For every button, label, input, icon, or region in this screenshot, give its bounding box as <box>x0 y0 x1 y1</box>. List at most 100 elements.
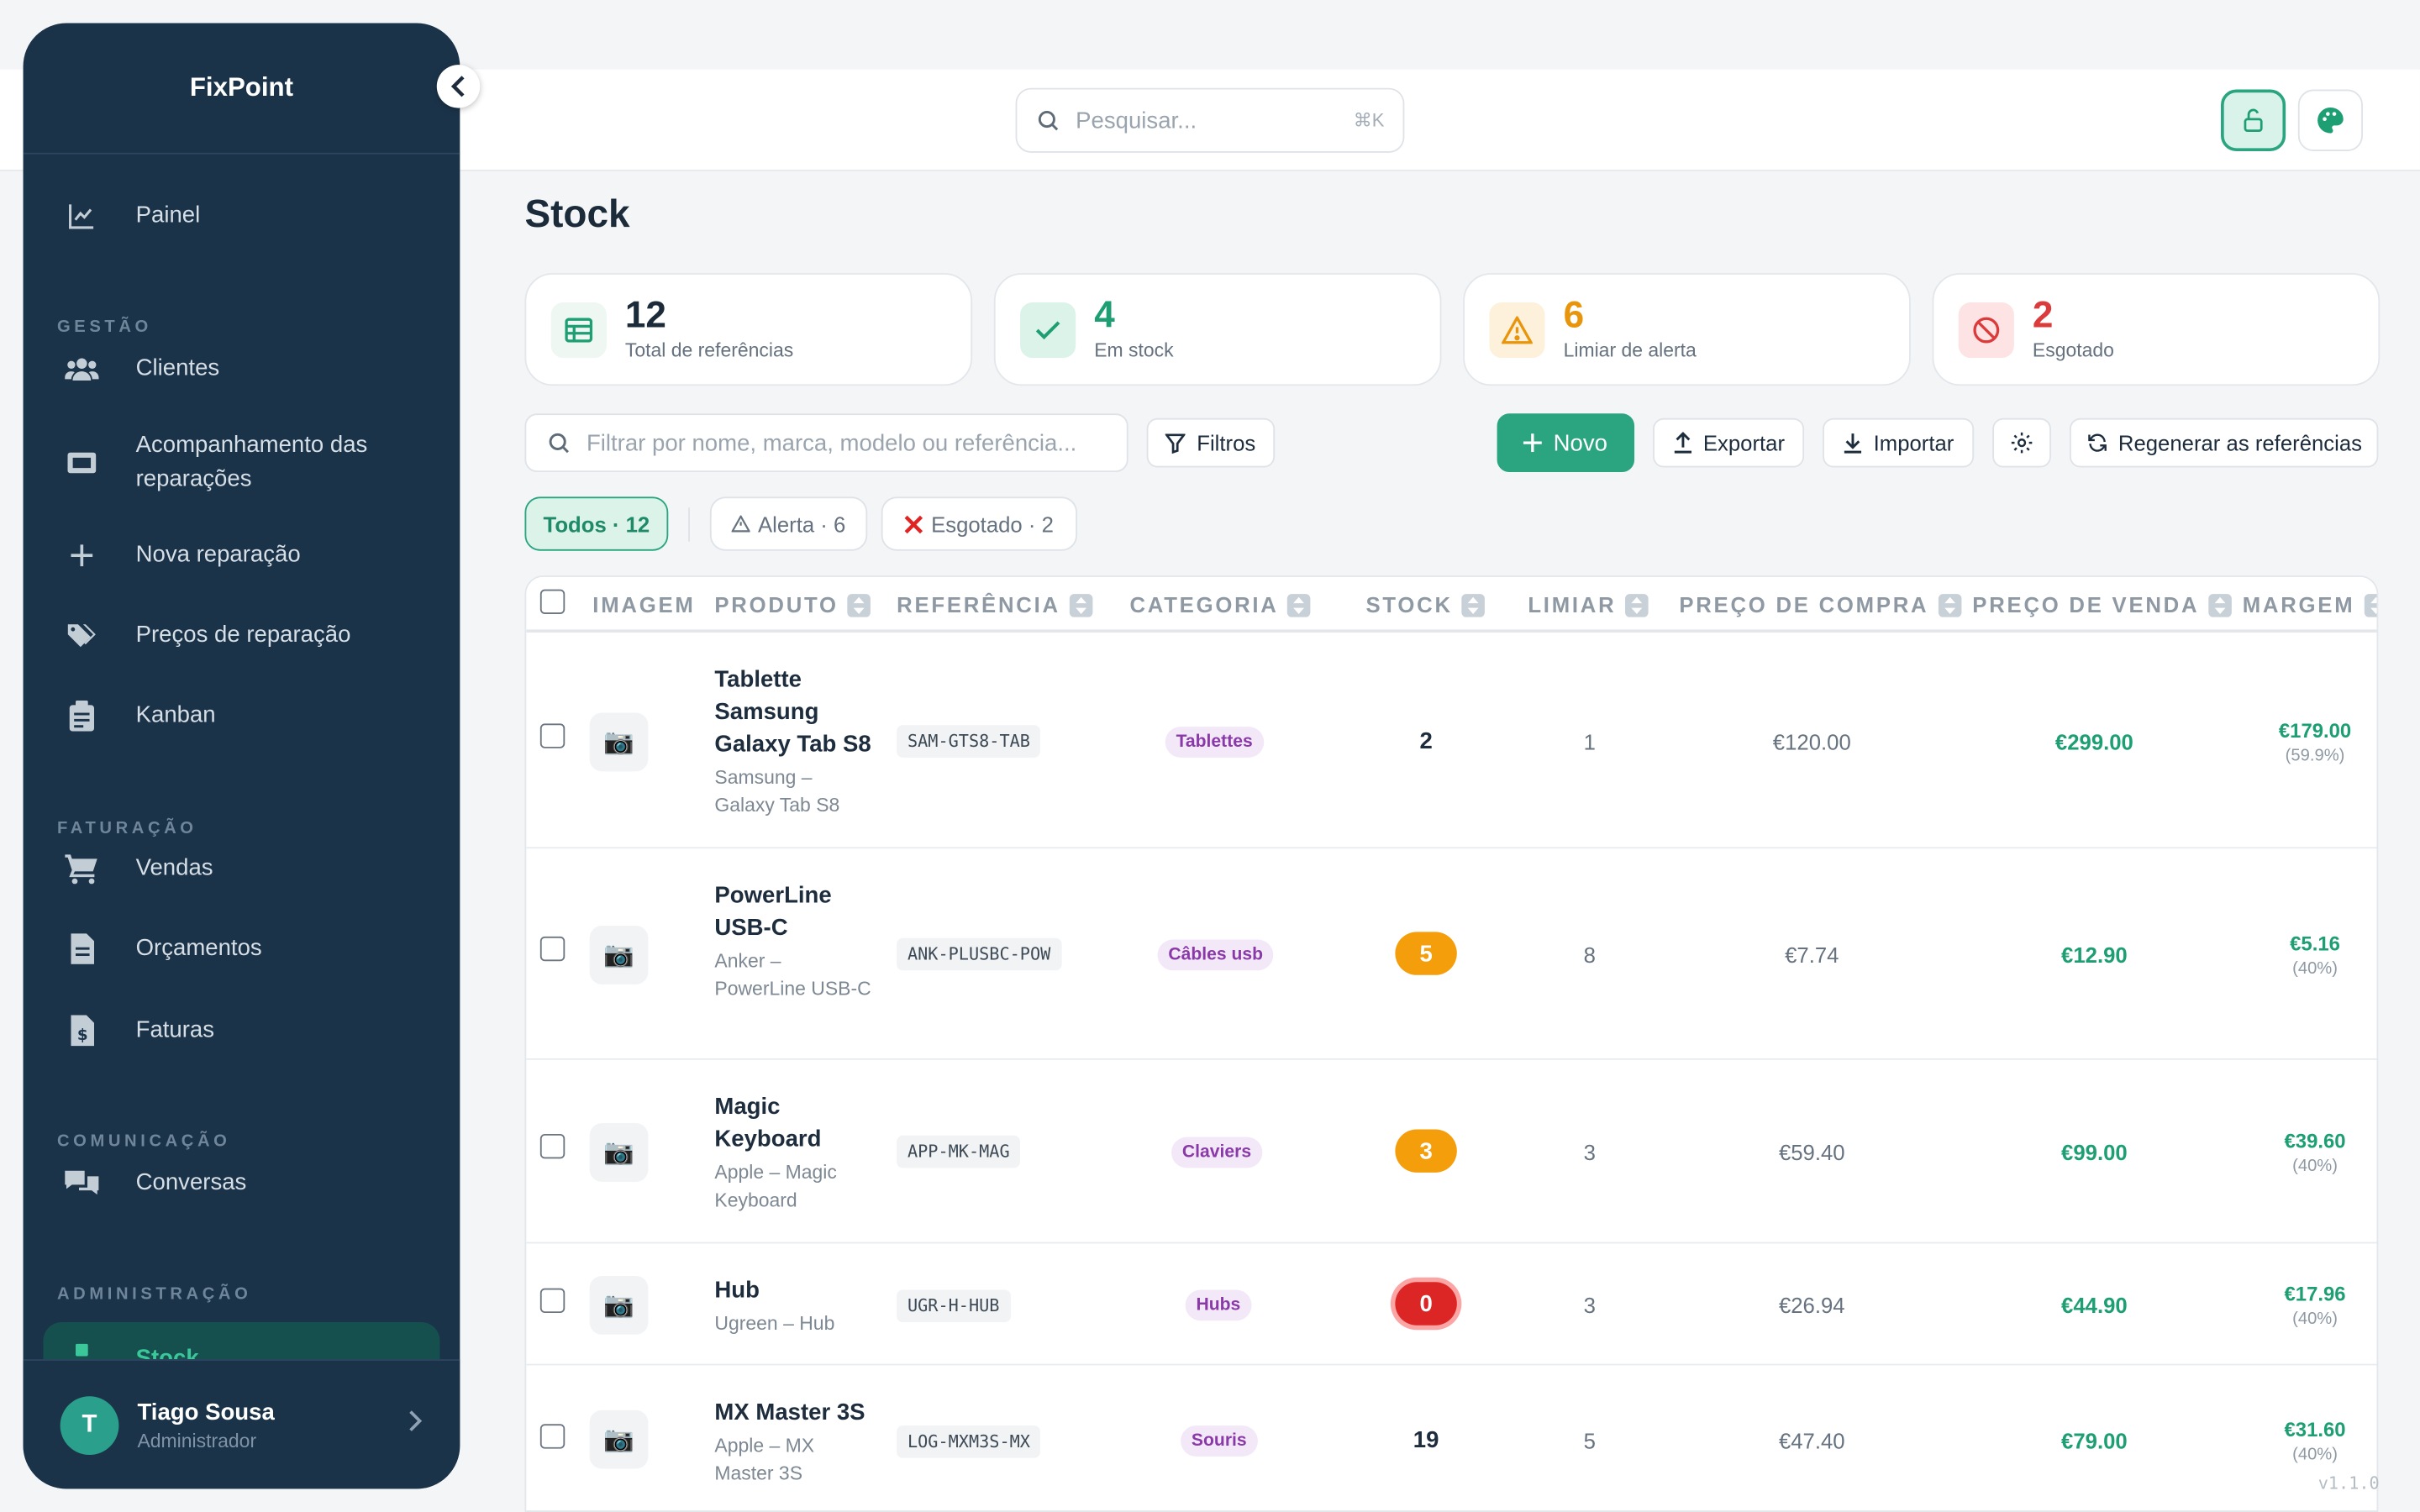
reference-code: APP-MK-MAG <box>897 1135 1021 1168</box>
category-badge: Tablettes <box>1165 727 1264 758</box>
stock-badge: 5 <box>1395 932 1457 975</box>
row-checkbox[interactable] <box>539 936 566 962</box>
search-placeholder: Pesquisar... <box>1076 107 1197 134</box>
export-label: Exportar <box>1702 430 1786 455</box>
row-checkbox[interactable] <box>539 723 566 748</box>
camera-icon: 📷 <box>589 1410 649 1469</box>
sort-icon[interactable] <box>847 593 871 617</box>
chip-label: Todos · 12 <box>543 511 650 537</box>
camera-icon: 📷 <box>589 1123 649 1182</box>
sort-icon[interactable] <box>1461 593 1486 617</box>
close-icon <box>905 514 923 533</box>
table-row[interactable]: 📷 Magic Keyboard Apple – Magic Keyboard A… <box>526 1060 2377 1244</box>
sort-icon[interactable] <box>2364 593 2377 617</box>
sidebar-item-label: Conversas <box>135 1169 247 1196</box>
column-header-margin[interactable]: MARGEM <box>2243 592 2377 617</box>
threshold-value: 3 <box>1583 1293 1596 1318</box>
row-checkbox[interactable] <box>539 1288 566 1314</box>
product-name[interactable]: Tablette Samsung Galaxy Tab S8 Samsung – … <box>714 664 871 820</box>
upload-icon <box>1673 432 1691 454</box>
sort-icon[interactable] <box>2208 593 2232 617</box>
product-name[interactable]: Magic Keyboard Apple – Magic Keyboard <box>714 1091 871 1215</box>
stat-value: 12 <box>624 294 666 337</box>
sidebar-item-orcamentos[interactable]: Orçamentos <box>43 932 439 965</box>
margin-percent: (40%) <box>2292 1157 2338 1176</box>
table-row[interactable]: 📷 Hub Ugreen – Hub UGR-H-HUB Hubs 0 3 €26… <box>526 1243 2377 1366</box>
sidebar-item-kanban[interactable]: Kanban <box>43 699 439 732</box>
sidebar-item-label: Kanban <box>135 701 216 728</box>
category-badge: Souris <box>1181 1425 1258 1457</box>
import-button[interactable]: Importar <box>1823 417 1975 468</box>
column-header-reference[interactable]: REFERÊNCIA <box>897 592 1093 617</box>
sidebar-item-clientes[interactable]: Clientes <box>43 352 439 386</box>
tracking-icon <box>67 452 97 474</box>
column-header-product[interactable]: PRODUTO <box>714 592 871 617</box>
sidebar-item-label: Preços de reparação <box>135 622 351 648</box>
regenerate-references-button[interactable]: Regenerar as referências <box>2070 417 2379 468</box>
sidebar-item-vendas[interactable]: Vendas <box>43 852 439 885</box>
sidebar: FixPoint Painel GESTÃO Clientes Acompanh… <box>23 23 460 1489</box>
sell-price: €79.00 <box>2061 1428 2128 1454</box>
stat-value: 6 <box>1563 294 1585 337</box>
plus-icon <box>71 544 93 567</box>
lock-icon <box>2244 108 2263 133</box>
table-icon <box>565 317 593 342</box>
sell-price: €299.00 <box>2054 729 2133 755</box>
filters-button[interactable]: Filtros <box>1146 417 1276 468</box>
file-icon <box>70 933 94 964</box>
sidebar-item-nova-reparacao[interactable]: Nova reparação <box>43 538 439 572</box>
stat-value: 2 <box>2032 294 2054 337</box>
ban-icon <box>1973 316 2000 343</box>
filter-chip-alert[interactable]: Alerta · 6 <box>709 496 868 551</box>
search-shortcut: ⌘K <box>1353 109 1385 132</box>
lock-button[interactable] <box>2221 89 2286 151</box>
product-name[interactable]: MX Master 3S Apple – MX Master 3S <box>714 1396 871 1487</box>
table-row[interactable]: 📷 Tablette Samsung Galaxy Tab S8 Samsung … <box>526 634 2377 849</box>
export-button[interactable]: Exportar <box>1653 417 1805 468</box>
column-header-stock[interactable]: STOCK <box>1365 592 1486 617</box>
sidebar-item-faturas[interactable]: $ Faturas <box>43 1014 439 1047</box>
margin-value: €17.96 (40%) <box>2261 1280 2370 1332</box>
regenerate-label: Regenerar as referências <box>2118 430 2363 455</box>
stat-label: Esgotado <box>2032 339 2114 361</box>
column-header-buy-price[interactable]: PREÇO DE COMPRA <box>1679 592 1961 617</box>
new-button[interactable]: Novo <box>1497 413 1635 473</box>
theme-button[interactable] <box>2297 89 2363 151</box>
user-profile[interactable]: T Tiago Sousa Administrador <box>23 1359 460 1489</box>
column-header-category[interactable]: CATEGORIA <box>1129 592 1312 617</box>
warning-icon <box>1502 315 1533 344</box>
column-header-sell-price[interactable]: PREÇO DE VENDA <box>1972 592 2232 617</box>
filters-label: Filtros <box>1197 430 1256 455</box>
row-checkbox[interactable] <box>539 1424 566 1449</box>
stock-badge: 0 <box>1395 1282 1457 1326</box>
sort-icon[interactable] <box>1069 593 1093 617</box>
sort-icon[interactable] <box>1938 593 1961 617</box>
sidebar-item-conversas[interactable]: Conversas <box>43 1167 439 1200</box>
sort-icon[interactable] <box>1625 593 1649 617</box>
table-row[interactable]: 📷 PowerLine USB-C Anker – PowerLine USB-C… <box>526 848 2377 1060</box>
cart-icon <box>65 854 97 885</box>
sidebar-collapse-button[interactable] <box>436 65 481 108</box>
column-header-threshold[interactable]: LIMIAR <box>1528 592 1649 617</box>
filter-chip-out[interactable]: Esgotado · 2 <box>881 496 1078 551</box>
row-checkbox[interactable] <box>539 1133 566 1159</box>
stat-card-total: 12 Total de referências <box>524 273 973 386</box>
stat-label: Limiar de alerta <box>1563 339 1697 361</box>
stock-filter-input[interactable]: Filtrar por nome, marca, modelo ou refer… <box>524 413 1128 473</box>
sidebar-item-precos[interactable]: Preços de reparação <box>43 619 439 653</box>
filter-chip-all[interactable]: Todos · 12 <box>524 496 669 551</box>
download-icon <box>1844 433 1861 454</box>
threshold-value: 8 <box>1583 942 1596 968</box>
global-search-input[interactable]: Pesquisar... ⌘K <box>1015 87 1405 153</box>
settings-button[interactable] <box>1992 417 2051 468</box>
buy-price: €59.40 <box>1778 1140 1845 1165</box>
select-all-checkbox[interactable] <box>539 589 566 615</box>
table-row[interactable]: 📷 MX Master 3S Apple – MX Master 3S LOG-M… <box>526 1365 2376 1510</box>
product-subtitle: Ugreen – Hub <box>714 1313 835 1335</box>
product-name[interactable]: PowerLine USB-C Anker – PowerLine USB-C <box>714 879 871 1003</box>
sidebar-item-acompanhamento[interactable]: Acompanhamento das reparações <box>43 429 439 497</box>
sidebar-item-painel[interactable]: Painel <box>43 199 439 233</box>
product-name[interactable]: Hub Ugreen – Hub <box>714 1274 871 1337</box>
sort-icon[interactable] <box>1287 593 1312 617</box>
chart-line-icon <box>69 204 94 229</box>
